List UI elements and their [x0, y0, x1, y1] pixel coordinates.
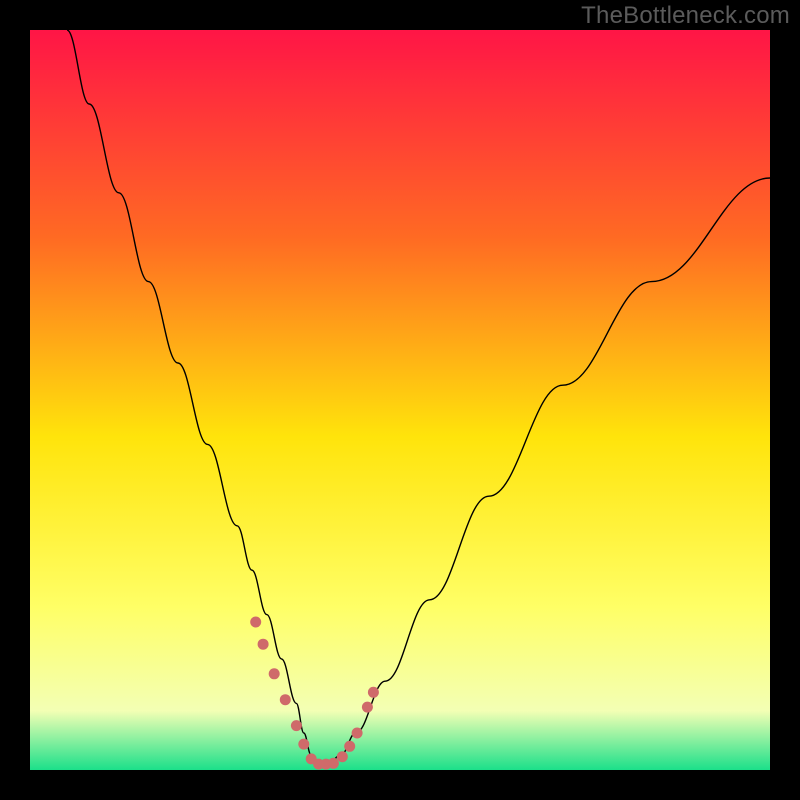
sweet-spot-dot — [362, 702, 373, 713]
sweet-spot-dot — [368, 687, 379, 698]
sweet-spot-dot — [337, 751, 348, 762]
sweet-spot-dot — [352, 728, 363, 739]
sweet-spot-dot — [298, 739, 309, 750]
watermark-text: TheBottleneck.com — [581, 2, 790, 30]
sweet-spot-dot — [250, 617, 261, 628]
sweet-spot-dot — [344, 741, 355, 752]
sweet-spot-dot — [328, 758, 339, 769]
sweet-spot-dot — [291, 720, 302, 731]
sweet-spot-dot — [258, 639, 269, 650]
sweet-spot-dot — [269, 668, 280, 679]
bottleneck-chart — [0, 0, 800, 800]
chart-stage: TheBottleneck.com — [0, 0, 800, 800]
gradient-background — [30, 30, 770, 770]
sweet-spot-dot — [280, 694, 291, 705]
